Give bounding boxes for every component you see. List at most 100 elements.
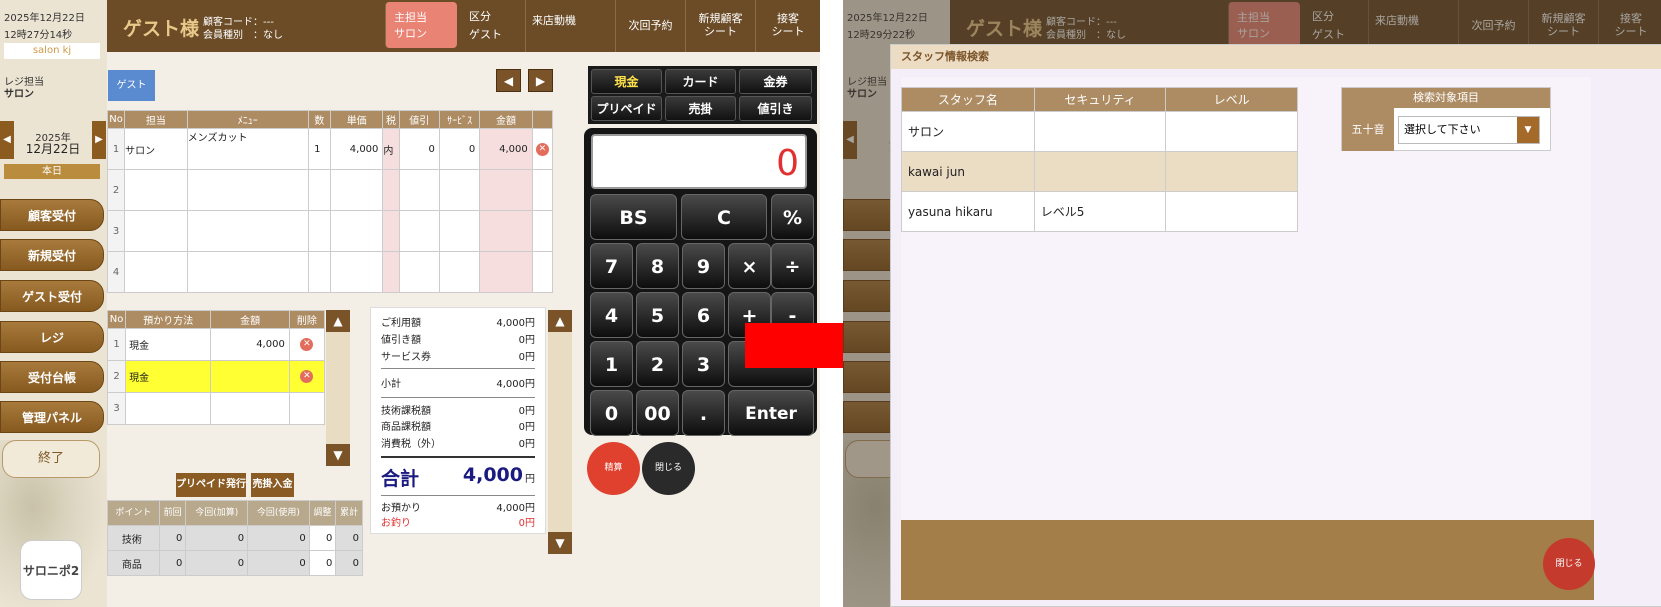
table-cell[interactable]: 3 bbox=[106, 392, 127, 425]
visit-motive-tab[interactable]: 来店動機 bbox=[525, 0, 607, 52]
calc-key-bs[interactable]: BS bbox=[590, 194, 677, 240]
new-reception-button[interactable]: 新規受付 bbox=[0, 239, 104, 271]
table-cell[interactable] bbox=[125, 392, 212, 425]
points-cell[interactable]: 0 bbox=[308, 550, 337, 576]
table-cell[interactable] bbox=[382, 210, 400, 252]
calc-key-00[interactable]: 00 bbox=[636, 390, 679, 436]
table-cell[interactable] bbox=[438, 210, 481, 252]
table-cell[interactable] bbox=[186, 169, 309, 211]
next-date-button[interactable]: ▶ bbox=[92, 121, 106, 159]
calc-key-multiply[interactable]: × bbox=[728, 243, 771, 289]
delete-cell[interactable] bbox=[288, 392, 326, 425]
calc-key-2[interactable]: 2 bbox=[636, 341, 679, 387]
pay-method-card[interactable]: カード bbox=[665, 69, 736, 94]
table-row[interactable]: 3 bbox=[106, 392, 326, 425]
table-row[interactable]: 4 bbox=[106, 251, 554, 293]
next-reservation-tab[interactable]: 次回予約 bbox=[615, 0, 685, 52]
table-cell[interactable] bbox=[479, 169, 533, 211]
table-cell[interactable]: 4 bbox=[106, 251, 126, 293]
pay-method-discount[interactable]: 値引き bbox=[739, 96, 812, 121]
table-cell[interactable] bbox=[210, 360, 290, 393]
pay-method-receivable[interactable]: 売掛 bbox=[665, 96, 736, 121]
table-cell[interactable]: 1 bbox=[106, 328, 127, 361]
receivable-deposit-button[interactable]: 売掛入金 bbox=[251, 473, 294, 497]
table-cell[interactable]: 現金 bbox=[125, 360, 212, 393]
service-sheet-tab[interactable]: 接客 シート bbox=[755, 0, 820, 52]
calc-key-divide[interactable]: ÷ bbox=[771, 243, 814, 289]
delete-icon[interactable]: ✕ bbox=[535, 142, 549, 156]
delete-cell[interactable] bbox=[531, 169, 554, 211]
prev-date-button[interactable]: ◀ bbox=[0, 121, 14, 159]
table-cell[interactable] bbox=[329, 251, 384, 293]
staff-row[interactable]: yasuna hikaru レベル5 bbox=[901, 191, 1298, 232]
table-cell[interactable]: 0 bbox=[398, 128, 440, 170]
table-cell[interactable] bbox=[124, 251, 188, 293]
table-cell[interactable] bbox=[210, 392, 290, 425]
delete-cell[interactable] bbox=[531, 251, 554, 293]
register-button[interactable]: レジ bbox=[0, 321, 104, 353]
delete-icon[interactable]: ✕ bbox=[300, 338, 314, 351]
calc-key-7[interactable]: 7 bbox=[590, 243, 633, 289]
staff-row[interactable]: サロン bbox=[901, 111, 1298, 152]
calc-key-percent[interactable]: % bbox=[771, 194, 814, 240]
table-cell[interactable]: 4,000 bbox=[329, 128, 384, 170]
register-staff[interactable]: レジ担当 サロン bbox=[4, 77, 44, 101]
today-button[interactable]: 本日 bbox=[4, 164, 100, 179]
staff-cell[interactable] bbox=[1165, 191, 1298, 232]
chevron-down-icon[interactable]: ▼ bbox=[1517, 117, 1539, 143]
admin-panel-button[interactable]: 管理パネル bbox=[0, 401, 104, 433]
scroll-up-icon[interactable]: ▲ bbox=[548, 310, 572, 332]
table-cell[interactable] bbox=[307, 210, 331, 252]
table-cell[interactable] bbox=[307, 169, 331, 211]
end-button[interactable]: 終了 bbox=[2, 440, 100, 478]
staff-cell[interactable]: サロン bbox=[901, 111, 1035, 152]
calc-key-8[interactable]: 8 bbox=[636, 243, 679, 289]
calc-key-enter[interactable]: Enter bbox=[728, 390, 814, 436]
table-cell[interactable] bbox=[438, 169, 481, 211]
calc-key-clear[interactable]: C bbox=[681, 194, 767, 240]
table-row[interactable]: 1 サロン メンズカット 1 4,000 内 0 0 4,000 ✕ bbox=[106, 128, 554, 170]
reception-ledger-button[interactable]: 受付台帳 bbox=[0, 361, 104, 393]
table-cell[interactable]: 4,000 bbox=[210, 328, 290, 361]
table-cell[interactable] bbox=[382, 169, 400, 211]
table-row[interactable]: 2 現金 ✕ bbox=[106, 360, 326, 393]
modal-close-button[interactable]: 閉じる bbox=[1543, 538, 1595, 590]
table-cell[interactable] bbox=[398, 251, 440, 293]
delete-cell[interactable]: ✕ bbox=[288, 360, 326, 393]
kana-select[interactable]: 選択して下さい ▼ bbox=[1398, 116, 1540, 144]
table-cell[interactable]: 内 bbox=[382, 128, 400, 170]
calc-key-0[interactable]: 0 bbox=[590, 390, 633, 436]
table-cell[interactable]: 2 bbox=[106, 360, 127, 393]
table-cell[interactable]: 4,000 bbox=[479, 128, 533, 170]
staff-cell[interactable] bbox=[1165, 151, 1298, 192]
table-cell[interactable] bbox=[329, 210, 384, 252]
delete-icon[interactable]: ✕ bbox=[300, 370, 314, 383]
table-cell[interactable] bbox=[307, 251, 331, 293]
table-row[interactable]: 3 bbox=[106, 210, 554, 252]
table-cell[interactable]: サロン bbox=[124, 128, 188, 170]
calc-key-9[interactable]: 9 bbox=[682, 243, 725, 289]
delete-cell[interactable] bbox=[531, 210, 554, 252]
new-customer-sheet-tab[interactable]: 新規顧客 シート bbox=[685, 0, 755, 52]
calc-key-6[interactable]: 6 bbox=[682, 292, 725, 338]
staff-cell[interactable] bbox=[1033, 111, 1167, 152]
table-cell[interactable] bbox=[124, 210, 188, 252]
staff-cell[interactable]: kawai jun bbox=[901, 151, 1035, 192]
table-cell[interactable]: 3 bbox=[106, 210, 126, 252]
pay-method-cash[interactable]: 現金 bbox=[591, 69, 662, 94]
close-button[interactable]: 閉じる bbox=[642, 442, 695, 495]
calc-key-1[interactable]: 1 bbox=[590, 341, 633, 387]
staff-cell[interactable]: レベル5 bbox=[1033, 191, 1167, 232]
table-cell[interactable] bbox=[479, 251, 533, 293]
table-cell[interactable] bbox=[398, 169, 440, 211]
category-tab[interactable]: 区分 ゲスト bbox=[463, 0, 525, 52]
next-nav-button[interactable]: ▶ bbox=[528, 69, 553, 92]
payment-scrollbar[interactable]: ▲ ▼ bbox=[326, 310, 350, 466]
calc-key-5[interactable]: 5 bbox=[636, 292, 679, 338]
staff-cell[interactable] bbox=[1033, 151, 1167, 192]
table-cell[interactable]: 1 bbox=[307, 128, 331, 170]
delete-cell[interactable]: ✕ bbox=[288, 328, 326, 361]
pay-method-voucher[interactable]: 金券 bbox=[739, 69, 812, 94]
table-cell[interactable] bbox=[398, 210, 440, 252]
table-cell[interactable] bbox=[124, 169, 188, 211]
